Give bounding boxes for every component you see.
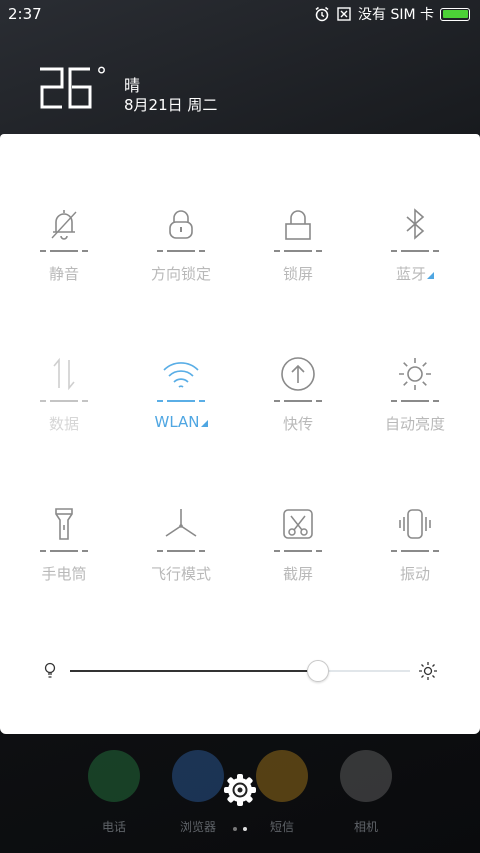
toggle-label: 静音 [48, 265, 79, 283]
toggle-label: 方向锁定 [150, 265, 211, 283]
toggle-label: 自动亮度 [384, 415, 445, 433]
toggle-mobile-data[interactable]: 数据 [4, 354, 124, 434]
auto-brightness-icon [399, 358, 431, 390]
settings-gear-icon[interactable] [222, 772, 258, 808]
brightness-high-icon [419, 662, 437, 680]
battery-icon [440, 7, 470, 21]
degree-symbol: ° [96, 64, 107, 89]
message-icon [256, 750, 308, 802]
dock-app-phone[interactable]: 电话 [87, 750, 141, 835]
phone-icon [88, 750, 140, 802]
quick-settings-panel: 静音 方向锁定 锁屏 蓝牙 数据 WLAN 快传 自动亮度 手电筒 飞行模式 截… [0, 134, 480, 734]
rotation-lock-icon [169, 210, 193, 239]
toggle-silent[interactable]: 静音 [4, 204, 124, 284]
data-icon [53, 357, 75, 391]
dock-label: 电话 [101, 820, 126, 834]
status-bar: 2:37 没有 SIM 卡 [0, 0, 480, 28]
brightness-slider[interactable] [40, 658, 440, 684]
weather-condition: 晴 [124, 76, 141, 95]
toggle-label: 飞行模式 [150, 565, 211, 583]
toggle-label: 蓝牙 [395, 265, 426, 283]
toggle-airplane-mode[interactable]: 飞行模式 [121, 504, 241, 584]
toggle-auto-brightness[interactable]: 自动亮度 [355, 354, 475, 434]
toggle-lock-screen[interactable]: 锁屏 [238, 204, 358, 284]
brightness-thumb[interactable] [307, 660, 330, 682]
bell-icon [51, 210, 77, 240]
dock-app-camera[interactable]: 相机 [339, 750, 393, 835]
dock-app-browser[interactable]: 浏览器 [171, 750, 225, 835]
wifi-icon [163, 362, 199, 388]
brightness-low-icon [44, 662, 56, 678]
expand-triangle-icon[interactable] [427, 272, 434, 279]
toggle-label: WLAN [154, 413, 200, 431]
carrier-text: 没有 SIM 卡 [358, 7, 434, 23]
share-icon [281, 357, 315, 391]
page-dot-active [243, 827, 247, 831]
brightness-track[interactable] [70, 670, 410, 672]
status-icons: 没有 SIM 卡 [314, 4, 470, 24]
browser-icon [172, 750, 224, 802]
page-indicator [233, 827, 247, 831]
brightness-fill [70, 670, 319, 672]
date-text: 8月21日 周二 [124, 96, 218, 114]
toggle-label: 快传 [282, 415, 313, 433]
airplane-icon [165, 509, 197, 537]
vibrate-icon [399, 509, 431, 539]
no-sim-icon [337, 7, 351, 21]
dock-label: 相机 [353, 820, 378, 834]
alarm-icon [315, 6, 329, 22]
lock-icon [285, 210, 311, 240]
toggle-label: 手电筒 [41, 565, 87, 583]
status-time: 2:37 [8, 5, 42, 23]
toggle-label: 振动 [399, 565, 430, 583]
dock-label: 浏览器 [179, 820, 216, 834]
toggle-quick-share[interactable]: 快传 [238, 354, 358, 434]
flashlight-icon [55, 508, 73, 540]
dock-label: 短信 [269, 820, 294, 834]
bluetooth-icon [406, 208, 425, 240]
toggle-screenshot[interactable]: 截屏 [238, 504, 358, 584]
screenshot-icon [283, 509, 313, 539]
toggle-label: 截屏 [282, 565, 313, 583]
toggle-flashlight[interactable]: 手电筒 [4, 504, 124, 584]
toggle-rotation-lock[interactable]: 方向锁定 [121, 204, 241, 284]
expand-triangle-icon[interactable] [200, 420, 208, 427]
toggle-label: 锁屏 [282, 265, 313, 283]
dock-app-messages[interactable]: 短信 [255, 750, 309, 835]
toggle-label: 数据 [48, 415, 79, 433]
camera-icon [340, 750, 392, 802]
toggle-vibrate[interactable]: 振动 [355, 504, 475, 584]
toggle-wlan[interactable]: WLAN [121, 354, 241, 431]
page-dot [233, 827, 237, 831]
toggle-bluetooth[interactable]: 蓝牙 [355, 204, 475, 284]
